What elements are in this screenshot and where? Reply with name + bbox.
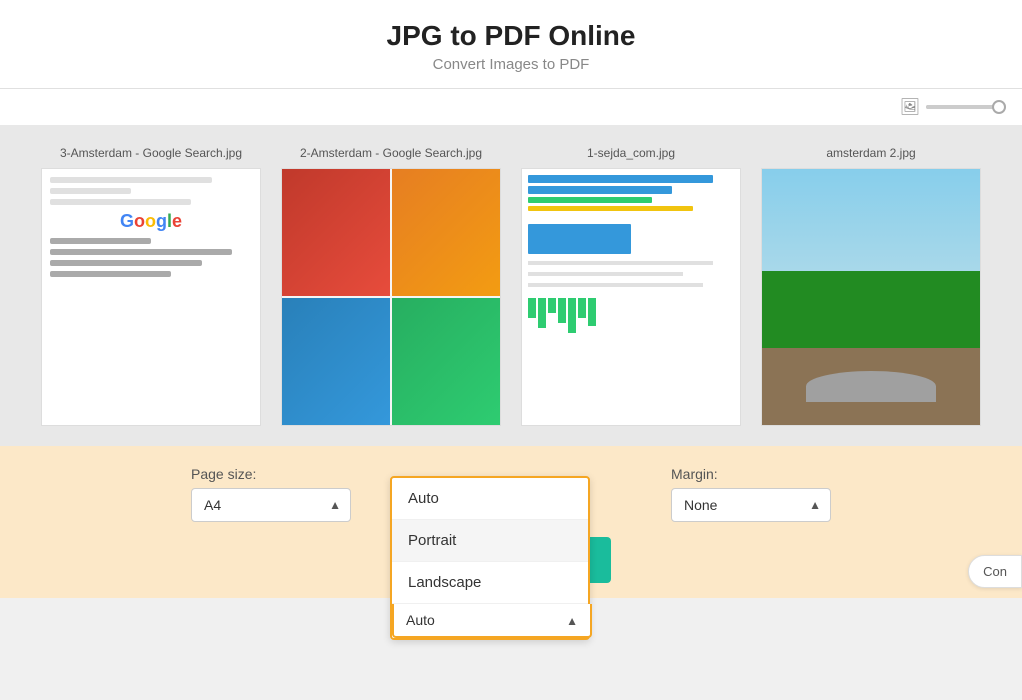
line bbox=[50, 177, 212, 183]
thumb-content-2 bbox=[282, 169, 500, 425]
line bbox=[50, 188, 131, 194]
margin-label: Margin: bbox=[671, 466, 718, 482]
bar bbox=[528, 175, 713, 183]
line bbox=[528, 261, 713, 265]
thumb-1: Google bbox=[41, 168, 261, 426]
image-icon: 🖼 bbox=[900, 97, 920, 117]
dropdown-active-select[interactable]: Auto Portrait Landscape ▲ bbox=[392, 604, 588, 638]
line bbox=[50, 271, 171, 277]
line bbox=[50, 249, 232, 255]
page-header: JPG to PDF Online Convert Images to PDF bbox=[0, 0, 1022, 89]
page-size-select[interactable]: A4 Letter Legal bbox=[191, 488, 351, 522]
road bbox=[762, 348, 980, 425]
toolbar: 🖼 bbox=[0, 89, 1022, 126]
page-size-group: Page size: A4 Letter Legal ▲ bbox=[191, 466, 351, 522]
thumb-quadrant bbox=[392, 169, 500, 296]
margin-select[interactable]: None Small Large bbox=[671, 488, 831, 522]
filename-1: 3-Amsterdam - Google Search.jpg bbox=[41, 146, 261, 160]
google-logo: Google bbox=[50, 211, 252, 232]
filename-2: 2-Amsterdam - Google Search.jpg bbox=[281, 146, 501, 160]
thumb-quadrant bbox=[282, 169, 390, 296]
zoom-control[interactable]: 🖼 bbox=[900, 97, 1006, 117]
arch bbox=[806, 371, 937, 402]
grass bbox=[762, 271, 980, 348]
sky bbox=[762, 169, 980, 271]
filename-4: amsterdam 2.jpg bbox=[761, 146, 981, 160]
bar-chart bbox=[528, 298, 734, 333]
line bbox=[50, 238, 151, 244]
image-card-4: amsterdam 2.jpg bbox=[761, 146, 981, 426]
filename-3: 1-sejda_com.jpg bbox=[521, 146, 741, 160]
margin-select-wrapper[interactable]: None Small Large ▲ bbox=[671, 488, 831, 522]
bar bbox=[528, 197, 652, 203]
page-size-label: Page size: bbox=[191, 466, 256, 482]
page-subtitle: Convert Images to PDF bbox=[0, 56, 1022, 73]
image-card-2: 2-Amsterdam - Google Search.jpg bbox=[281, 146, 501, 426]
bar bbox=[528, 206, 693, 211]
thumb-4 bbox=[761, 168, 981, 426]
page-title: JPG to PDF Online bbox=[0, 20, 1022, 52]
page-size-select-wrapper[interactable]: A4 Letter Legal ▲ bbox=[191, 488, 351, 522]
orientation-select-active[interactable]: Auto Portrait Landscape bbox=[392, 604, 592, 638]
images-area: 3-Amsterdam - Google Search.jpg Google 2… bbox=[0, 126, 1022, 446]
thumb-quadrant bbox=[282, 298, 390, 425]
bar bbox=[528, 186, 672, 194]
dropdown-option-auto[interactable]: Auto bbox=[392, 478, 588, 520]
dropdown-option-portrait[interactable]: Portrait bbox=[392, 520, 588, 562]
thumb-quadrant bbox=[392, 298, 500, 425]
bar bbox=[528, 224, 631, 254]
contact-button[interactable]: Con bbox=[968, 555, 1022, 588]
line bbox=[528, 283, 703, 287]
line bbox=[50, 260, 202, 266]
image-card-1: 3-Amsterdam - Google Search.jpg Google bbox=[41, 146, 261, 426]
thumb-3 bbox=[521, 168, 741, 426]
thumb-content-3 bbox=[522, 169, 740, 425]
zoom-track bbox=[926, 105, 974, 109]
line bbox=[528, 272, 683, 276]
zoom-thumb[interactable] bbox=[992, 100, 1006, 114]
thumb-content-1: Google bbox=[42, 169, 260, 425]
thumb-2 bbox=[281, 168, 501, 426]
image-card-3: 1-sejda_com.jpg bbox=[521, 146, 741, 426]
zoom-slider[interactable] bbox=[926, 105, 1006, 109]
thumb-content-4 bbox=[762, 169, 980, 425]
line bbox=[50, 199, 191, 205]
margin-group: Margin: None Small Large ▲ bbox=[671, 466, 831, 522]
orientation-dropdown-popup: Auto Portrait Landscape Auto Portrait La… bbox=[390, 476, 590, 640]
dropdown-option-landscape[interactable]: Landscape bbox=[392, 562, 588, 604]
